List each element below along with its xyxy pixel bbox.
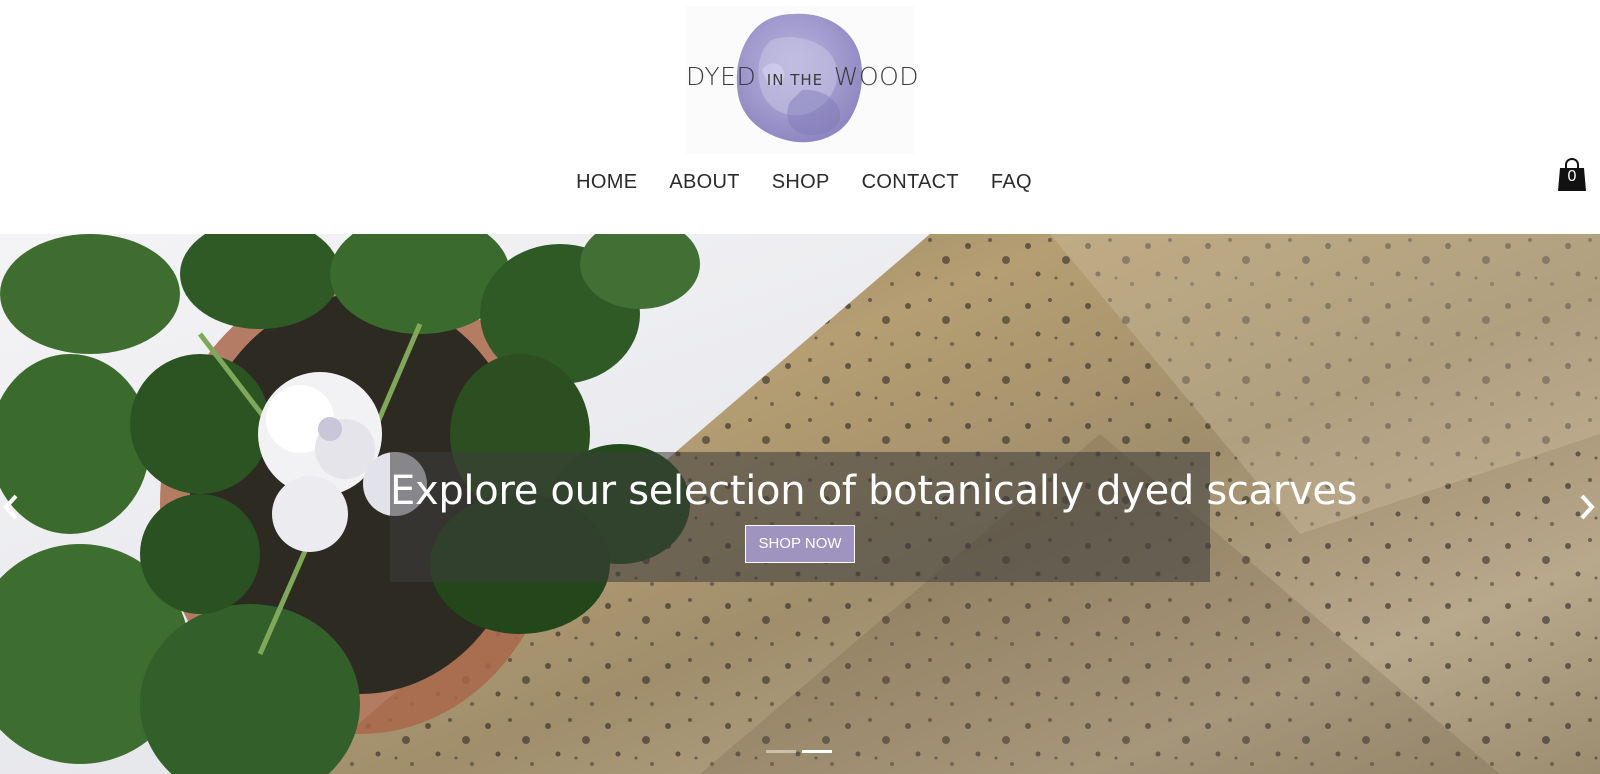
slider-prev-button[interactable] xyxy=(0,492,24,522)
slide-dot-2-active[interactable] xyxy=(802,750,832,753)
hero-title: Explore our selection of botanically dye… xyxy=(390,468,1358,514)
slider-next-button[interactable] xyxy=(1576,492,1600,522)
cart-button[interactable]: 0 xyxy=(1557,157,1587,192)
cart-count: 0 xyxy=(1567,168,1577,185)
chevron-left-icon xyxy=(3,494,18,520)
logo-wordmark: DYED IN THE WOOD xyxy=(686,62,919,91)
site-header: DYED IN THE WOOD HOME ABOUT SHOP CONTACT… xyxy=(0,0,1600,234)
nav-item-contact[interactable]: CONTACT xyxy=(862,166,959,202)
page: DYED IN THE WOOD HOME ABOUT SHOP CONTACT… xyxy=(0,0,1600,774)
chevron-right-icon xyxy=(1580,494,1595,520)
nav-item-shop[interactable]: SHOP xyxy=(772,166,830,202)
site-logo[interactable]: DYED IN THE WOOD xyxy=(686,6,919,154)
hero-caption: Explore our selection of botanically dye… xyxy=(390,452,1358,582)
logo-word-wood: WOOD xyxy=(833,62,920,91)
main-nav: HOME ABOUT SHOP CONTACT FAQ xyxy=(0,166,1600,202)
hero-slider: Explore our selection of botanically dye… xyxy=(0,234,1600,774)
slide-dot-1[interactable] xyxy=(766,750,796,753)
logo-word-in-the: IN THE xyxy=(766,71,824,89)
shop-now-button[interactable]: SHOP NOW xyxy=(745,525,855,563)
slider-pagination xyxy=(766,750,836,756)
nav-item-about[interactable]: ABOUT xyxy=(669,166,739,202)
nav-item-home[interactable]: HOME xyxy=(576,166,637,202)
logo-word-dyed: DYED xyxy=(686,62,757,91)
nav-item-faq[interactable]: FAQ xyxy=(991,166,1032,202)
